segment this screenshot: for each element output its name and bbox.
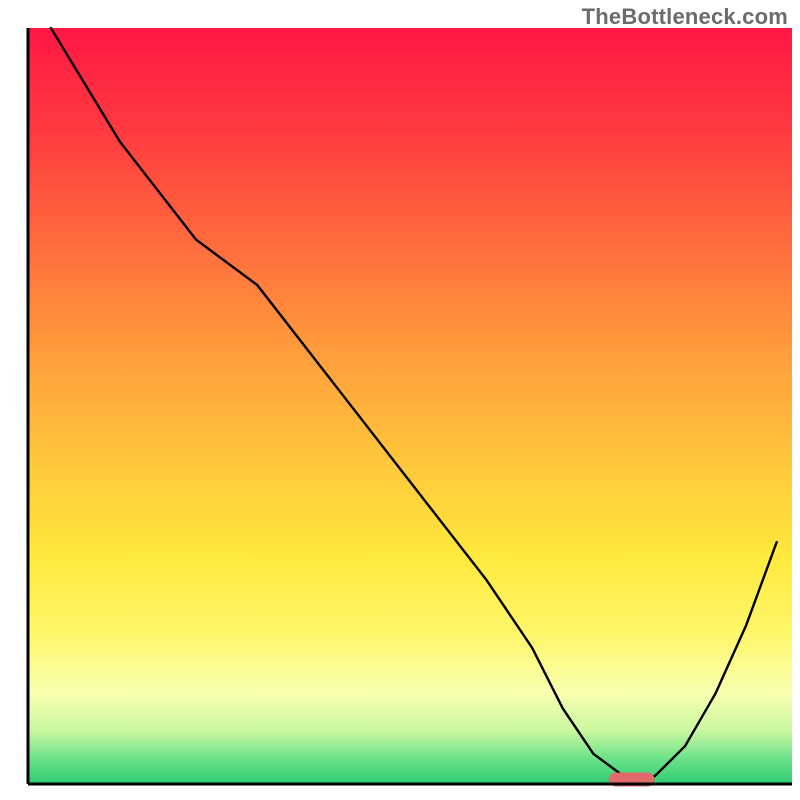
bottleneck-chart	[0, 0, 800, 800]
watermark-text: TheBottleneck.com	[582, 4, 788, 30]
plot-background	[28, 28, 792, 784]
